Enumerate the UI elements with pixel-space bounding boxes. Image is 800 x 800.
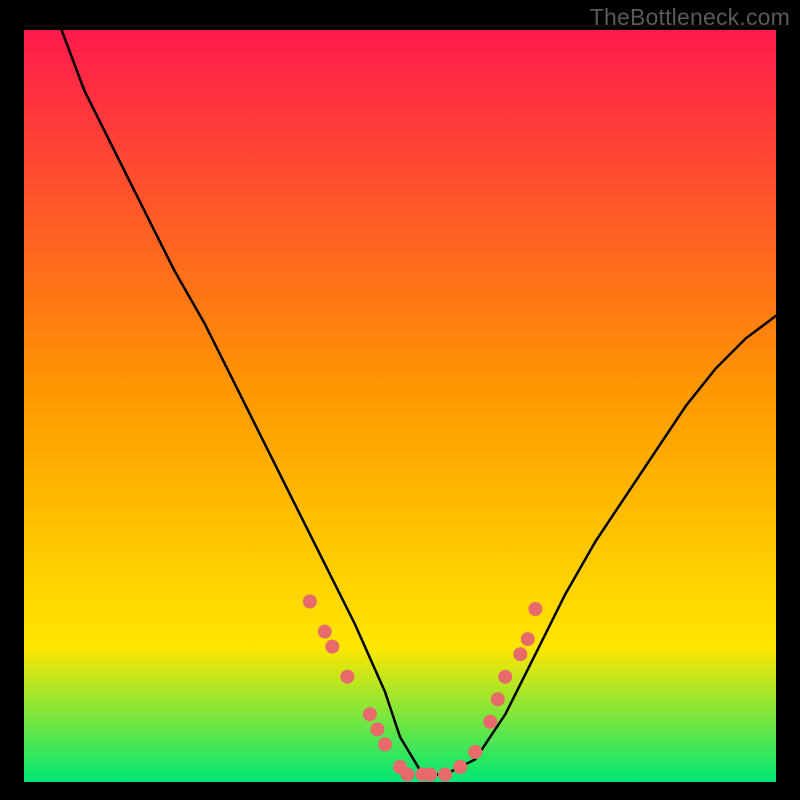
marker-dot (378, 737, 392, 751)
marker-dot (423, 768, 437, 782)
marker-dot (340, 670, 354, 684)
marker-dot (498, 670, 512, 684)
marker-dot (370, 722, 384, 736)
marker-dot (513, 647, 527, 661)
plot-background (24, 30, 776, 782)
chart-container: TheBottleneck.com (0, 0, 800, 800)
marker-dot (528, 602, 542, 616)
watermark-text: TheBottleneck.com (590, 4, 790, 31)
marker-dot (453, 760, 467, 774)
chart-svg (0, 0, 800, 800)
marker-dot (303, 595, 317, 609)
marker-dot (363, 707, 377, 721)
marker-dot (325, 640, 339, 654)
marker-dot (318, 625, 332, 639)
marker-dot (401, 768, 415, 782)
marker-dot (491, 692, 505, 706)
marker-dot (521, 632, 535, 646)
marker-dot (468, 745, 482, 759)
marker-dot (483, 715, 497, 729)
marker-dot (438, 768, 452, 782)
